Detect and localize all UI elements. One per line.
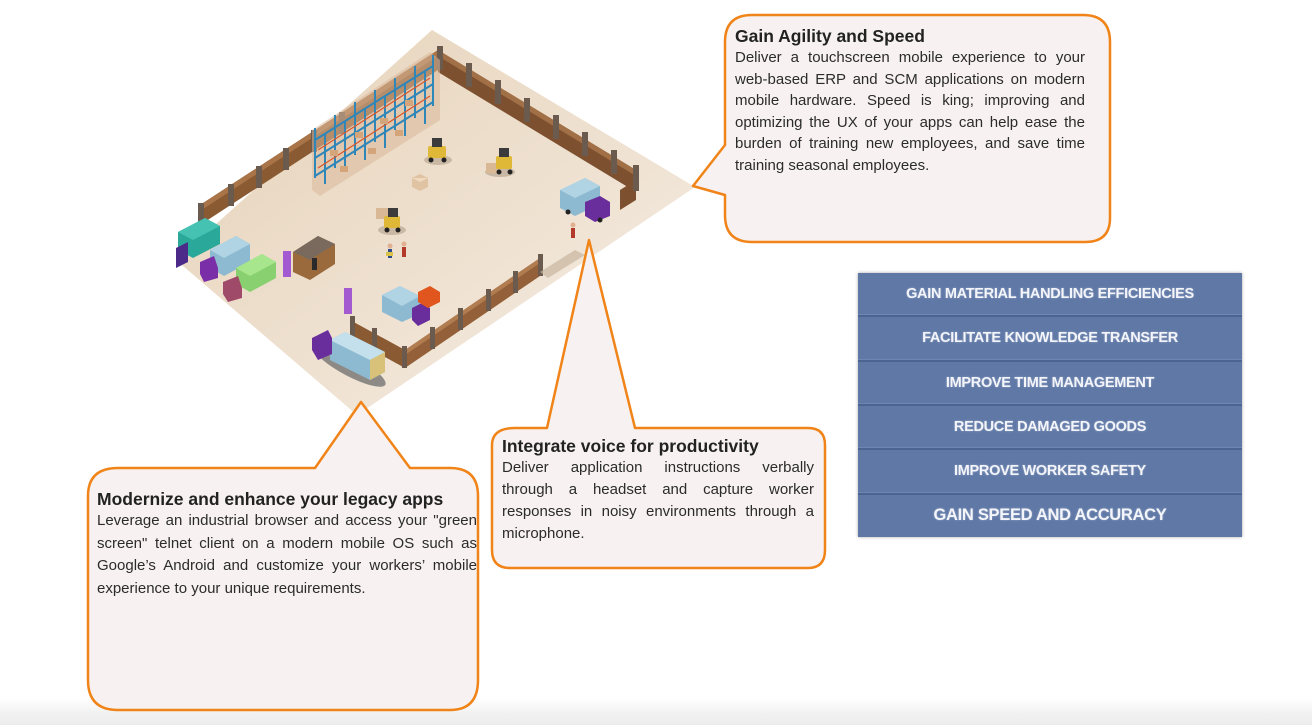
callout-voice-body: Deliver application instructions verball… bbox=[502, 459, 814, 542]
callout-agility-body: Deliver a touchscreen mobile experience … bbox=[735, 49, 1085, 174]
benefit-item: GAIN MATERIAL HANDLING EFFICIENCIES bbox=[858, 273, 1242, 318]
purple-post-2 bbox=[344, 288, 352, 314]
benefit-item: REDUCE DAMAGED GOODS bbox=[858, 406, 1242, 451]
callout-agility-title: Gain Agility and Speed bbox=[735, 26, 925, 46]
benefit-item: IMPROVE TIME MANAGEMENT bbox=[858, 362, 1242, 406]
callout-legacy: Modernize and enhance your legacy apps L… bbox=[97, 489, 477, 600]
callout-voice: Integrate voice for productivity Deliver… bbox=[502, 436, 814, 545]
benefit-item: FACILITATE KNOWLEDGE TRANSFER bbox=[858, 317, 1242, 362]
callout-legacy-title: Modernize and enhance your legacy apps bbox=[97, 489, 444, 509]
benefits-panel: GAIN MATERIAL HANDLING EFFICIENCIES FACI… bbox=[858, 273, 1242, 537]
callout-agility: Gain Agility and Speed Deliver a touchsc… bbox=[735, 26, 1085, 176]
benefit-item: GAIN SPEED AND ACCURACY bbox=[933, 506, 1167, 525]
purple-post-1 bbox=[283, 251, 291, 277]
benefit-item: IMPROVE WORKER SAFETY bbox=[858, 450, 1242, 495]
callout-legacy-body: Leverage an industrial browser and acces… bbox=[97, 512, 477, 597]
callout-voice-title: Integrate voice for productivity bbox=[502, 436, 759, 456]
